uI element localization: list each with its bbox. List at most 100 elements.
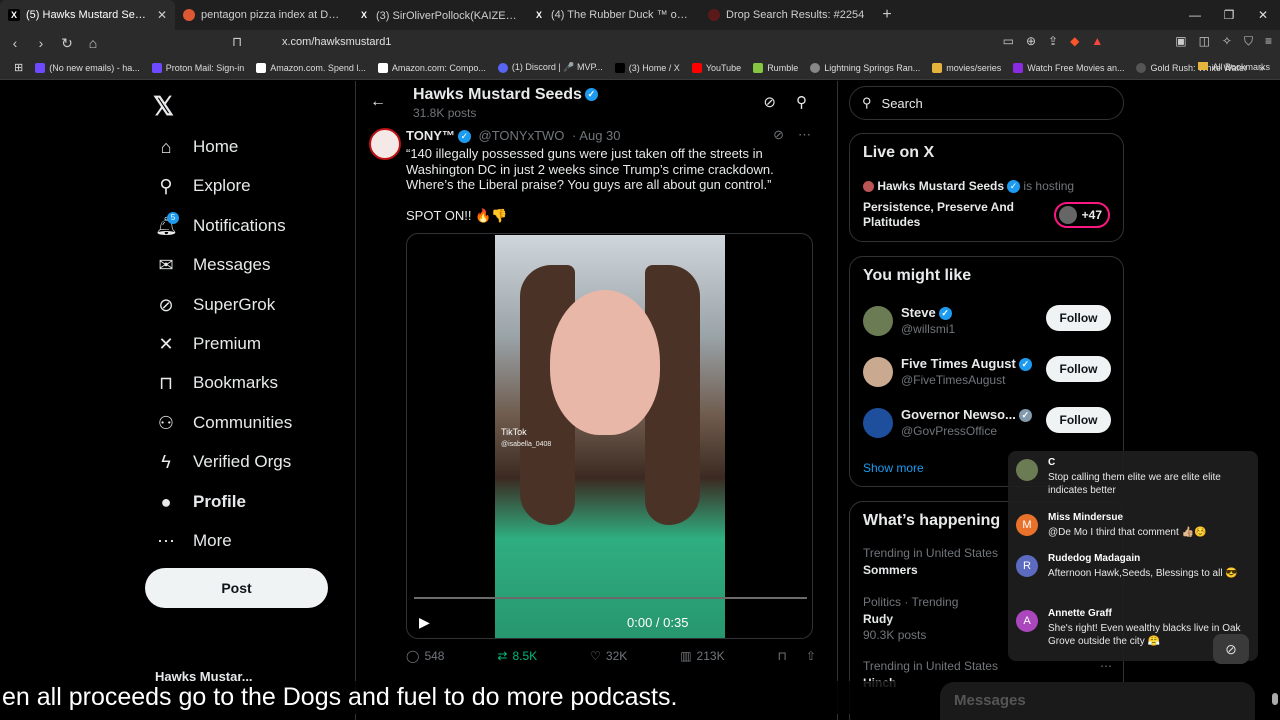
nav-label: Bookmarks: [193, 373, 279, 392]
nav-communities[interactable]: ⚇ Communities: [155, 408, 292, 438]
share-icon[interactable]: ⇧: [806, 649, 816, 663]
avatar: M: [1016, 514, 1038, 536]
video-progress-bar[interactable]: [414, 597, 807, 599]
bookmark-item[interactable]: (3) Home / X: [609, 62, 686, 73]
retweet-button[interactable]: ⇄ 8.5K: [497, 649, 537, 663]
close-window-icon[interactable]: ✕: [1246, 0, 1280, 30]
all-bookmarks[interactable]: All Bookmarks: [1198, 62, 1270, 72]
more-icon: ⋯: [157, 530, 175, 551]
nav-home[interactable]: ⌂ Home: [155, 132, 239, 162]
browser-tab[interactable]: X (4) The Rubber Duck ™ on X: "Trump is …: [525, 0, 700, 30]
bookmark-item[interactable]: Lightning Springs Ran...: [804, 62, 926, 73]
avatar: A: [1016, 610, 1038, 632]
nav-explore[interactable]: ⚲ Explore: [155, 171, 250, 201]
grok-icon[interactable]: ⊘: [773, 127, 784, 143]
tweet-handle[interactable]: @TONYxTWO: [479, 128, 565, 143]
nav-verified-orgs[interactable]: ϟ Verified Orgs: [155, 447, 291, 477]
brave-rewards-icon[interactable]: ▲: [1091, 34, 1103, 49]
suggestion-name: Steve ✓: [901, 305, 952, 321]
bookmark-item[interactable]: Amazon.com. Spend l...: [250, 62, 372, 73]
suggestion-item[interactable]: Five Times August ✓ @FiveTimesAugust Foll…: [863, 354, 1113, 394]
back-icon[interactable]: ‹: [4, 35, 26, 51]
messages-dock[interactable]: Messages: [940, 682, 1255, 720]
verified-icon: ✓: [1007, 180, 1021, 194]
nav-premium[interactable]: ✕ Premium: [155, 329, 261, 359]
browser-tab[interactable]: pentagon pizza index at DuckDuckGo: [175, 0, 350, 30]
browser-tab[interactable]: X (5) Hawks Mustard Seeds (@hawks ✕: [0, 0, 175, 30]
browser-tab[interactable]: Drop Search Results: #2254: [700, 0, 875, 30]
chat-toggle-icon[interactable]: ⊘: [1213, 634, 1249, 664]
close-icon[interactable]: ✕: [157, 8, 167, 22]
leo-icon[interactable]: ✧: [1222, 34, 1232, 49]
retweet-count: 8.5K: [512, 649, 538, 663]
bookmark-item[interactable]: (No new emails) - ha...: [29, 62, 146, 73]
bookmark-item[interactable]: movies/series: [926, 62, 1007, 73]
url-input[interactable]: x.com/hawksmustard1: [282, 36, 391, 48]
back-arrow-icon[interactable]: ←: [370, 93, 386, 111]
follow-button[interactable]: Follow: [1046, 407, 1111, 433]
avatar[interactable]: [369, 128, 401, 160]
toolbar-icons: ▭ ⊕ ⇪ ◆ ▲ ▣ ◫ ✧ ⛉ ≡: [1003, 34, 1272, 49]
vpn-icon[interactable]: ⛉: [1244, 34, 1253, 49]
post-button[interactable]: Post: [145, 568, 328, 608]
scrollbar[interactable]: [1272, 693, 1278, 705]
follow-button[interactable]: Follow: [1046, 356, 1111, 382]
bookmark-label: Amazon.com: Compo...: [391, 62, 486, 73]
all-bookmarks-label: All Bookmarks: [1212, 62, 1270, 72]
search-icon[interactable]: ⚲: [796, 93, 807, 111]
reload-icon[interactable]: ↻: [56, 35, 78, 52]
bookmark-item[interactable]: (1) Discord | 🎤 MVP...: [492, 62, 609, 73]
nav-supergrok[interactable]: ⊘ SuperGrok: [155, 290, 275, 320]
bookmark-item[interactable]: YouTube: [686, 62, 747, 73]
like-button[interactable]: ♡ 32K: [590, 649, 627, 663]
more-options-icon[interactable]: ⋯: [798, 127, 811, 143]
tweet-date[interactable]: Aug 30: [579, 128, 620, 143]
nav-bookmarks[interactable]: ⊓ Bookmarks: [155, 368, 278, 398]
forward-icon[interactable]: ›: [30, 35, 52, 51]
wallet-icon[interactable]: ◫: [1199, 34, 1210, 49]
restore-icon[interactable]: ❐: [1212, 0, 1246, 30]
grok-icon[interactable]: ⊘: [763, 93, 776, 111]
bookmark-item[interactable]: Watch Free Movies an...: [1007, 62, 1130, 73]
live-listeners-pill[interactable]: +47: [1054, 202, 1110, 228]
bookmark-icon[interactable]: ⊓: [778, 649, 787, 663]
nav-notifications[interactable]: 🔔︎ 5 Notifications: [155, 211, 286, 241]
bookmark-item[interactable]: Rumble: [747, 62, 804, 73]
views-button[interactable]: ▥ 213K: [680, 649, 724, 663]
tweet-header: TONY™ ✓ @TONYxTWO · Aug 30: [406, 128, 621, 144]
trend-item[interactable]: Politics · Trending Rudy 90.3K posts: [863, 595, 1023, 642]
new-tab-button[interactable]: +: [875, 6, 899, 24]
cast-icon[interactable]: ▭: [1003, 34, 1014, 49]
live-topic[interactable]: Persistence, Preserve And Platitudes: [863, 200, 1038, 230]
trend-item[interactable]: Trending in United States Sommers: [863, 546, 1023, 577]
brave-shield-icon[interactable]: ◆: [1070, 34, 1079, 49]
video-image-region: [550, 290, 660, 435]
x-logo-icon[interactable]: 𝕏: [153, 91, 174, 122]
search-input[interactable]: ⚲ Search: [849, 86, 1124, 120]
more-options-icon[interactable]: ⋯: [1100, 659, 1112, 673]
bookmark-page-icon[interactable]: ⊓: [232, 34, 242, 50]
minimize-icon[interactable]: —: [1178, 0, 1212, 30]
nav-profile[interactable]: ● Profile: [155, 487, 246, 517]
suggestion-item[interactable]: Governor Newso... ✓ @GovPressOffice Follo…: [863, 405, 1113, 445]
sidebar-icon[interactable]: ▣: [1175, 34, 1186, 49]
follow-button[interactable]: Follow: [1046, 305, 1111, 331]
verified-icon: ✓: [584, 88, 598, 102]
apps-icon[interactable]: ⊞: [8, 61, 29, 74]
suggestion-item[interactable]: Steve ✓ @willsmi1 Follow: [863, 303, 1113, 343]
play-icon[interactable]: ▶: [419, 614, 430, 631]
home-icon[interactable]: ⌂: [82, 35, 104, 51]
menu-icon[interactable]: ≡: [1265, 34, 1272, 49]
show-more-link[interactable]: Show more: [863, 461, 924, 475]
nav-more[interactable]: ⋯ More: [155, 526, 232, 556]
reply-button[interactable]: ◯ 548: [406, 649, 444, 663]
tweet-author-name[interactable]: TONY™: [406, 128, 455, 143]
video-player[interactable]: TikTok @isabella_0408 ▶ 0:00 / 0:35 🔈︎ ⚙…: [406, 233, 813, 639]
share-icon[interactable]: ⇪: [1048, 34, 1058, 49]
bookmark-item[interactable]: Proton Mail: Sign-in: [146, 62, 251, 73]
zoom-icon[interactable]: ⊕: [1026, 34, 1036, 49]
browser-tab[interactable]: X (3) SirOliverPollock(KAIZER) 🦁 🟢 on: [350, 0, 525, 30]
bookmark-item[interactable]: Amazon.com: Compo...: [372, 62, 492, 73]
nav-messages[interactable]: ✉ Messages: [155, 250, 270, 280]
live-host[interactable]: Hawks Mustard Seeds: [877, 179, 1004, 193]
